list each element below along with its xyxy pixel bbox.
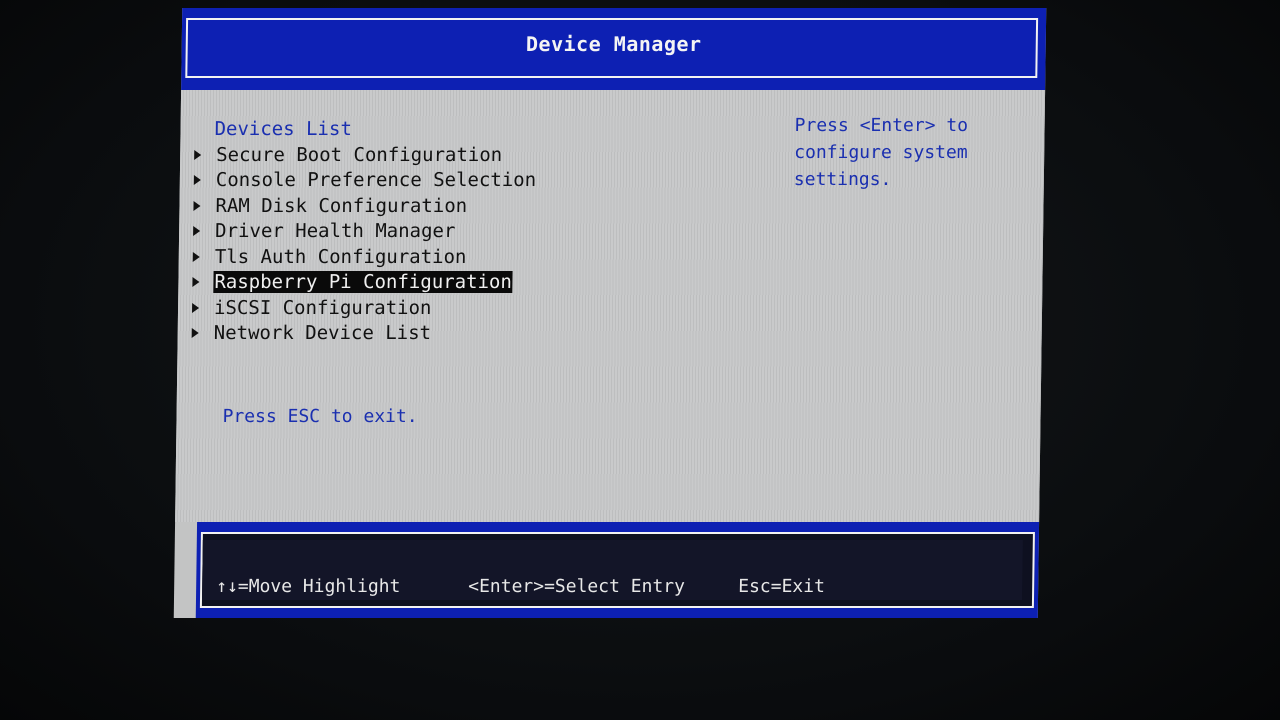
triangle-right-icon — [191, 328, 199, 339]
menu-item-console-preference[interactable]: Console Preference Selection — [193, 168, 538, 194]
triangle-right-icon — [192, 251, 200, 262]
menu-item-network-device-list[interactable]: Network Device List — [191, 321, 536, 347]
triangle-right-icon — [192, 277, 200, 288]
devices-list-heading: Devices List — [214, 118, 353, 140]
triangle-right-icon — [194, 149, 202, 160]
menu-item-label: RAM Disk Configuration — [215, 194, 468, 217]
select-entry-hint: <Enter>=Select Entry — [468, 576, 686, 597]
menu-item-label: iSCSI Configuration — [213, 296, 432, 319]
triangle-right-icon — [193, 175, 201, 186]
bios-screen: Device Manager Devices List Secure Boot … — [173, 8, 1047, 618]
esc-hint: Press ESC to exit. — [222, 406, 418, 427]
menu-item-driver-health[interactable]: Driver Health Manager — [193, 219, 537, 245]
menu-item-iscsi[interactable]: iSCSI Configuration — [192, 295, 536, 321]
triangle-right-icon — [192, 302, 200, 313]
triangle-right-icon — [193, 200, 201, 211]
main-panel: Devices List Secure Boot Configuration C… — [175, 90, 1046, 522]
menu-item-label: Raspberry Pi Configuration — [213, 271, 514, 294]
menu-item-secure-boot[interactable]: Secure Boot Configuration — [194, 142, 538, 168]
menu-item-label: Console Preference Selection — [215, 169, 537, 192]
menu-item-label: Secure Boot Configuration — [216, 143, 503, 166]
menu-item-label: Driver Health Manager — [214, 220, 456, 243]
key-help-bar: ↑↓=Move Highlight <Enter>=Select Entry E… — [195, 522, 1040, 618]
menu-item-raspberry-pi[interactable]: Raspberry Pi Configuration — [192, 270, 536, 296]
menu-item-tls-auth[interactable]: Tls Auth Configuration — [192, 244, 537, 270]
exit-hint: Esc=Exit — [738, 576, 826, 597]
title-bar: Device Manager — [181, 8, 1047, 90]
page-title: Device Manager — [525, 32, 702, 56]
menu-item-ram-disk[interactable]: RAM Disk Configuration — [193, 193, 537, 219]
devices-menu: Secure Boot Configuration Console Prefer… — [191, 142, 538, 347]
triangle-right-icon — [193, 226, 201, 237]
menu-item-label: Network Device List — [213, 322, 432, 345]
menu-item-label: Tls Auth Configuration — [214, 245, 467, 268]
help-text: Press <Enter> to configure system settin… — [793, 115, 969, 190]
move-highlight-hint: ↑↓=Move Highlight — [216, 576, 401, 597]
